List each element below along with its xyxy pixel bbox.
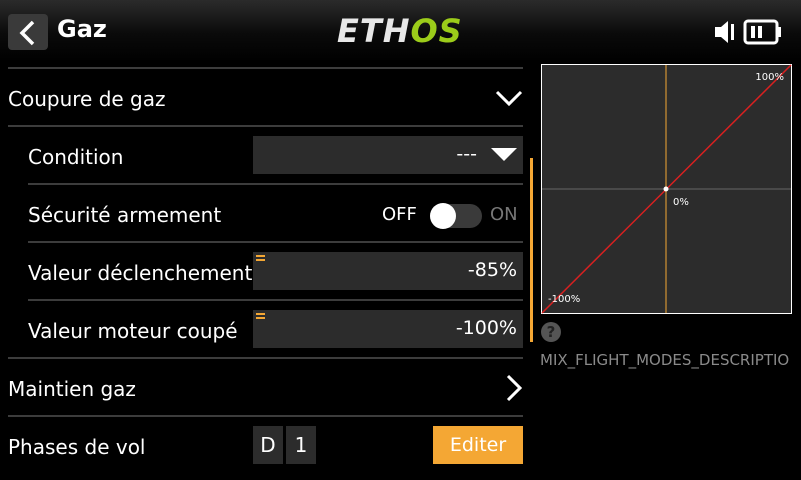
safety-label: Sécurité armement: [28, 203, 222, 227]
center-point: [663, 186, 669, 192]
flight-modes-label: Phases de vol: [8, 435, 146, 459]
dropdown-arrow-icon: [491, 148, 517, 161]
toggle-off-label: OFF: [382, 204, 417, 225]
edit-marker-icon: [256, 313, 265, 321]
trigger-value: -85%: [467, 259, 517, 281]
condition-value: ---: [456, 143, 477, 165]
divider: [8, 357, 523, 359]
section-throttle-hold-label[interactable]: Maintien gaz: [8, 377, 136, 401]
section-throttle-cut-label[interactable]: Coupure de gaz: [8, 87, 166, 111]
toggle-knob[interactable]: [430, 203, 456, 229]
chevron-down-icon[interactable]: [495, 89, 523, 107]
page-title: Gaz: [57, 15, 107, 43]
battery-icon: [743, 19, 781, 45]
graph-top-label: 100%: [755, 72, 784, 83]
trigger-label: Valeur déclenchement: [28, 261, 253, 285]
phase-box-1[interactable]: 1: [286, 426, 316, 464]
graph-bottom-label: -100%: [548, 294, 580, 305]
divider: [28, 299, 523, 301]
chevron-right-icon[interactable]: [505, 374, 523, 402]
graph-center-label: 0%: [673, 197, 689, 208]
cut-value: -100%: [455, 317, 517, 339]
back-button[interactable]: [8, 14, 48, 50]
chevron-left-icon: [19, 20, 35, 46]
speaker-icon: [715, 21, 734, 43]
edit-marker-icon: [256, 255, 265, 263]
trigger-value-field[interactable]: -85%: [253, 252, 523, 290]
mix-description: MIX_FLIGHT_MODES_DESCRIPTIO: [540, 351, 790, 369]
logo-text-left: ETH: [337, 12, 411, 50]
logo-text-right: OS: [410, 12, 463, 50]
divider: [8, 67, 523, 69]
condition-label: Condition: [28, 145, 124, 169]
divider: [28, 183, 523, 185]
cut-label: Valeur moteur coupé: [28, 319, 238, 343]
divider: [28, 241, 523, 243]
throttle-curve-graph: 100% 0% -100%: [541, 64, 792, 314]
cut-value-field[interactable]: -100%: [253, 310, 523, 348]
condition-dropdown[interactable]: ---: [253, 136, 523, 174]
top-bar: Gaz ETHOS: [0, 0, 801, 62]
ethos-logo: ETHOS: [337, 12, 463, 50]
divider: [8, 125, 523, 127]
help-icon[interactable]: ?: [541, 322, 561, 342]
scrollbar[interactable]: [530, 158, 533, 342]
phase-box-d[interactable]: D: [253, 426, 283, 464]
divider: [8, 415, 523, 417]
edit-button[interactable]: Editer: [433, 426, 523, 464]
toggle-on-label: ON: [490, 204, 518, 225]
